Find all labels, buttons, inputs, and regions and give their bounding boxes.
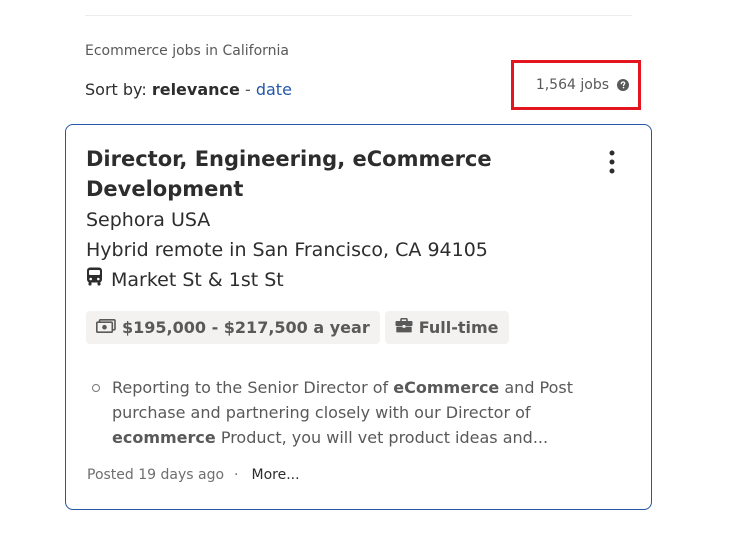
job-attribute-tags: $195,000 - $217,500 a year Full-time — [86, 311, 509, 344]
job-type-text: Full-time — [418, 318, 499, 337]
job-count: 1,564 jobs — [535, 77, 609, 93]
sort-separator: - — [244, 80, 251, 99]
job-card-footer: Posted 19 days ago · More... — [87, 467, 300, 483]
salary-text: $195,000 - $217,500 a year — [122, 318, 370, 337]
job-snippet: Reporting to the Senior Director of eCom… — [112, 375, 612, 450]
salary-tag: $195,000 - $217,500 a year — [86, 311, 380, 344]
transit-stop: Market St & 1st St — [111, 269, 284, 291]
snippet-keyword-2: ecommerce — [112, 428, 216, 447]
snippet-text-1: Reporting to the Senior Director of — [112, 378, 394, 397]
transit-info: Market St & 1st St — [86, 265, 284, 295]
sort-controls: Sort by: relevance - date — [85, 80, 292, 99]
job-type-tag: Full-time — [384, 311, 509, 344]
job-count-highlight: 1,564 jobs — [511, 60, 641, 110]
sort-label: Sort by: — [85, 80, 147, 99]
more-link[interactable]: More... — [252, 467, 300, 483]
posted-date: Posted 19 days ago — [87, 467, 225, 483]
snippet-bullet — [92, 384, 100, 392]
job-location: Hybrid remote in San Francisco, CA 94105 — [86, 239, 488, 261]
snippet-keyword-1: eCommerce — [393, 378, 500, 397]
job-title[interactable]: Director, Engineering, eCommerce Develop… — [86, 144, 516, 204]
sort-option-date[interactable]: date — [256, 80, 292, 99]
sort-option-relevance: relevance — [151, 80, 240, 99]
snippet-text-3: Product, you will vet product ideas and.… — [215, 428, 549, 447]
top-divider — [85, 15, 632, 16]
money-icon — [96, 318, 122, 337]
job-card[interactable]: Director, Engineering, eCommerce Develop… — [65, 124, 652, 510]
company-name: Sephora USA — [86, 209, 211, 231]
footer-separator: · — [234, 467, 239, 483]
briefcase-icon — [395, 317, 419, 337]
search-context-heading: Ecommerce jobs in California — [85, 43, 289, 59]
question-circle-icon[interactable] — [617, 79, 629, 91]
bus-icon — [86, 265, 111, 295]
kebab-menu-icon[interactable] — [602, 149, 622, 175]
